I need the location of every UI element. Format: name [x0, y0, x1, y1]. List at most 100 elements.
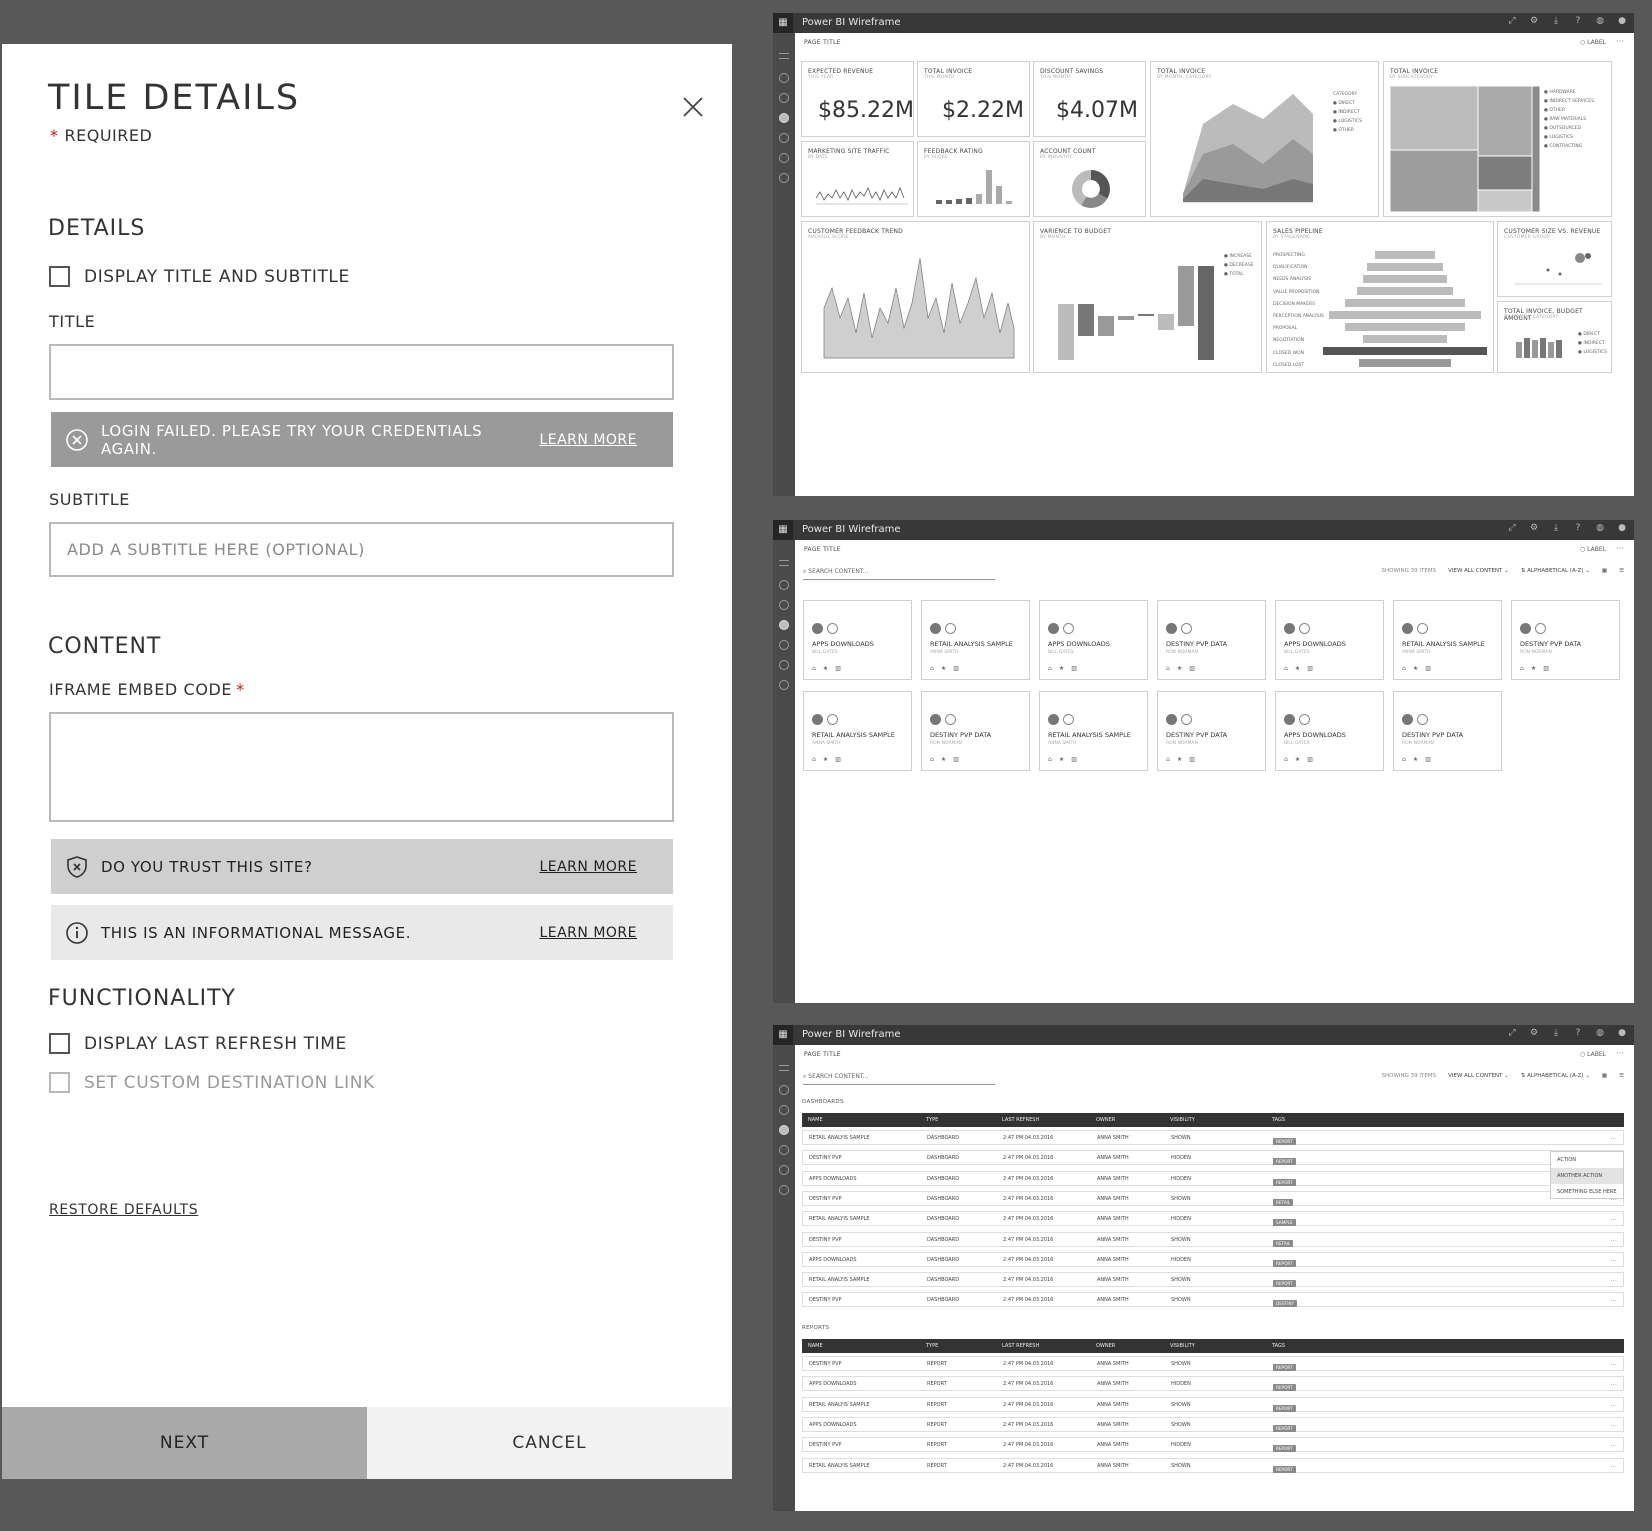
favorite-star-icon[interactable]: ★: [1059, 756, 1071, 763]
delete-icon[interactable]: ▥: [1425, 756, 1438, 763]
row-more-icon[interactable]: ···: [1610, 1463, 1617, 1471]
more-icon[interactable]: ···: [1616, 1049, 1624, 1058]
label-toggle[interactable]: ○ LABEL: [1580, 1051, 1606, 1058]
rail-nav-icon[interactable]: [779, 133, 789, 143]
delete-icon[interactable]: ▥: [1307, 756, 1320, 763]
display-title-checkbox-row[interactable]: DISPLAY TITLE AND SUBTITLE: [49, 266, 350, 287]
share-icon[interactable]: ⌂: [1166, 756, 1177, 763]
content-card[interactable]: RETAIL ANALYSIS SAMPLE ANNA SMITH ⌂★▥: [1039, 691, 1148, 771]
search-input[interactable]: ⌕ SEARCH CONTENT...: [803, 568, 995, 580]
content-card[interactable]: DESTINY PVP DATA RON NORMAN ⌂★▥: [1511, 600, 1620, 680]
grid-view-icon[interactable]: ▦: [1602, 568, 1607, 574]
view-filter-dropdown[interactable]: VIEW ALL CONTENT ⌄: [1448, 1073, 1509, 1079]
column-header[interactable]: NAME: [808, 1117, 823, 1123]
row-more-icon[interactable]: ···: [1610, 1135, 1617, 1143]
feedback-bar-chart[interactable]: FEEDBACK RATING BY SCORE: [917, 141, 1030, 217]
kpi-card[interactable]: TOTAL INVOICE THIS MONTH $2.22M: [917, 61, 1030, 137]
delete-icon[interactable]: ▥: [953, 756, 966, 763]
rail-nav-icon[interactable]: [779, 173, 789, 183]
sort-dropdown[interactable]: ⇅ ALPHABETICAL (A-Z) ⌄: [1521, 568, 1590, 574]
rail-nav-icon[interactable]: [779, 1165, 789, 1175]
favorite-star-icon[interactable]: ★: [1059, 665, 1071, 672]
invoice-treemap[interactable]: TOTAL INVOICE BY SUBCATEGORY ● HARDWARE ●…: [1383, 61, 1612, 217]
table-row[interactable]: APPS DOWNLOADS REPORT 2:47 PM 04.03.2016 AN…: [802, 1376, 1624, 1392]
favorite-star-icon[interactable]: ★: [1177, 665, 1189, 672]
table-row[interactable]: DESTINY PVP REPORT 2:47 PM 04.03.2016 ANNA …: [802, 1356, 1624, 1371]
row-more-icon[interactable]: ···: [1610, 1422, 1617, 1430]
help-icon[interactable]: ?: [1572, 1028, 1584, 1038]
delete-icon[interactable]: ▥: [835, 665, 848, 672]
delete-icon[interactable]: ▥: [1307, 665, 1320, 672]
info-learn-more-link[interactable]: LEARN MORE: [539, 925, 637, 941]
expand-icon[interactable]: ⤢: [1506, 1028, 1518, 1038]
globe-icon[interactable]: ◍: [1594, 523, 1606, 533]
content-card[interactable]: RETAIL ANALYSIS SAMPLE ANNA SMITH ⌂★▥: [803, 691, 912, 771]
share-icon[interactable]: ⌂: [812, 756, 823, 763]
table-row[interactable]: RETAIL ANALYIS SAMPLE REPORT 2:47 PM 04.03…: [802, 1396, 1624, 1412]
table-row[interactable]: RETAIL ANALYIS SAMPLE DASHBOARD 2:47 PM 04…: [802, 1272, 1624, 1288]
content-card[interactable]: DESTINY PVP DATA RON NORMAN ⌂★▥: [921, 691, 1030, 771]
favorite-star-icon[interactable]: ★: [823, 756, 835, 763]
grid-view-icon[interactable]: ▦: [1602, 1073, 1607, 1079]
favorite-star-icon[interactable]: ★: [1177, 756, 1189, 763]
share-icon[interactable]: ⌂: [1402, 756, 1413, 763]
rail-nav-icon-active[interactable]: [779, 113, 789, 123]
favorite-star-icon[interactable]: ★: [1413, 756, 1425, 763]
avatar-icon[interactable]: ●: [1616, 16, 1628, 26]
trust-learn-more-link[interactable]: LEARN MORE: [539, 859, 637, 875]
row-more-icon[interactable]: ···: [1610, 1216, 1617, 1224]
table-row[interactable]: DESTINY PVP DASHBOARD 2:47 PM 04.03.2016 AN…: [802, 1231, 1624, 1247]
gear-icon[interactable]: ⚙: [1528, 523, 1540, 533]
traffic-chart[interactable]: MARKETING SITE TRAFFIC BY DATE: [801, 141, 914, 217]
rail-nav-icon[interactable]: [779, 1065, 789, 1071]
table-row[interactable]: RETAIL ANALYIS SAMPLE DASHBOARD 2:47 PM 04…: [802, 1211, 1624, 1227]
cancel-button[interactable]: CANCEL: [367, 1407, 732, 1479]
share-icon[interactable]: ⌂: [1048, 756, 1059, 763]
label-toggle[interactable]: ○ LABEL: [1580, 546, 1606, 553]
favorite-star-icon[interactable]: ★: [941, 756, 953, 763]
content-card[interactable]: APPS DOWNLOADS BILL GATES ⌂★▥: [1039, 600, 1148, 680]
favorite-star-icon[interactable]: ★: [941, 665, 953, 672]
favorite-star-icon[interactable]: ★: [823, 665, 835, 672]
invoice-budget-chart[interactable]: TOTAL INVOICE, BUDGET AMOUNT BY MONTH, C…: [1497, 301, 1612, 373]
download-icon[interactable]: ⤓: [1550, 523, 1562, 533]
globe-icon[interactable]: ◍: [1594, 1028, 1606, 1038]
kpi-card[interactable]: EXPECTED REVENUE THIS YEAR $85.22M: [801, 61, 914, 137]
rail-nav-icon[interactable]: [779, 680, 789, 690]
row-more-icon[interactable]: ···: [1610, 1442, 1617, 1450]
rail-nav-icon[interactable]: [779, 1185, 789, 1195]
delete-icon[interactable]: ▥: [1071, 665, 1084, 672]
sort-dropdown[interactable]: ⇅ ALPHABETICAL (A-Z) ⌄: [1521, 1073, 1590, 1079]
delete-icon[interactable]: ▥: [1189, 756, 1202, 763]
list-view-icon[interactable]: ☰: [1619, 568, 1624, 574]
delete-icon[interactable]: ▥: [1543, 665, 1556, 672]
content-card[interactable]: RETAIL ANALYSIS SAMPLE ANNA SMITH ⌂★▥: [1393, 600, 1502, 680]
avatar-icon[interactable]: ●: [1616, 523, 1628, 533]
gear-icon[interactable]: ⚙: [1528, 1028, 1540, 1038]
table-row[interactable]: RETAIL ANALYIS SAMPLE REPORT 2:47 PM 04.03…: [802, 1457, 1624, 1473]
rail-nav-icon[interactable]: [779, 660, 789, 670]
row-more-icon[interactable]: ···: [1610, 1277, 1617, 1285]
size-revenue-scatter[interactable]: CUSTOMER SIZE VS. REVENUE CUSTOMER GROUP: [1497, 221, 1612, 297]
table-row[interactable]: DESTINY PVP DASHBOARD 2:47 PM 04.03.2016 AN…: [802, 1190, 1624, 1206]
rail-nav-icon[interactable]: [779, 153, 789, 163]
close-icon[interactable]: [682, 96, 704, 118]
label-toggle[interactable]: ○ LABEL: [1580, 39, 1606, 46]
display-title-checkbox[interactable]: [49, 266, 70, 287]
content-card[interactable]: DESTINY PVP DATA RON NORMAN ⌂★▥: [1393, 691, 1502, 771]
refresh-time-checkbox[interactable]: [49, 1033, 70, 1054]
content-card[interactable]: APPS DOWNLOADS BILL GATES ⌂★▥: [1275, 691, 1384, 771]
delete-icon[interactable]: ▥: [953, 665, 966, 672]
share-icon[interactable]: ⌂: [1284, 665, 1295, 672]
content-card[interactable]: DESTINY PVP DATA RON NORMAN ⌂★▥: [1157, 691, 1266, 771]
expand-icon[interactable]: ⤢: [1506, 16, 1518, 26]
account-donut[interactable]: ACCOUNT COUNT BY INDUSTRY: [1033, 141, 1146, 217]
globe-icon[interactable]: ◍: [1594, 16, 1606, 26]
share-icon[interactable]: ⌂: [930, 756, 941, 763]
variance-waterfall[interactable]: VARIENCE TO BUDGET BY MONTH ● INCREASE ● …: [1033, 221, 1262, 373]
rail-nav-icon-active[interactable]: [779, 620, 789, 630]
column-header[interactable]: NAME: [808, 1343, 823, 1349]
rail-nav-icon[interactable]: [779, 1145, 789, 1155]
row-more-icon[interactable]: ···: [1610, 1361, 1617, 1369]
table-row[interactable]: APPS DOWNLOADS DASHBOARD 2:47 PM 04.03.201…: [802, 1251, 1624, 1267]
